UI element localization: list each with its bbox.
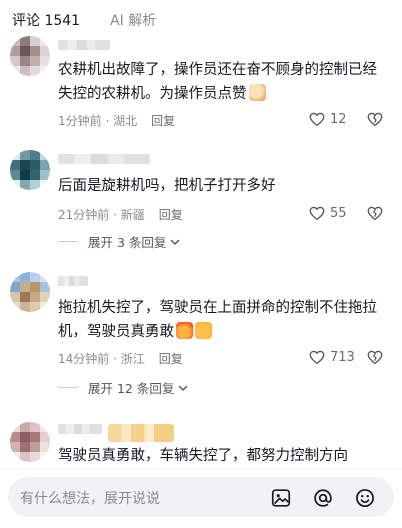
tab-ai-analysis[interactable]: AI 解析 (110, 10, 156, 30)
broken-heart-icon (367, 112, 383, 127)
comment-meta: 14分钟前 · 浙江 回复 (58, 350, 183, 367)
emoji-badges-blurred (108, 424, 174, 442)
like-count: 55 (330, 205, 347, 221)
comment-text: 驾驶员真勇敢，车辆失控了，都努力控制方向 (58, 448, 348, 464)
divider (58, 241, 78, 242)
like-button[interactable]: 12 (308, 110, 347, 128)
comment-meta: 1分钟前 · 湖北 回复 (58, 112, 175, 129)
chevron-down-icon (171, 239, 180, 245)
divider (58, 387, 78, 388)
avatar[interactable] (10, 36, 50, 76)
like-count: 12 (330, 111, 347, 127)
avatar[interactable] (10, 272, 50, 312)
comment-input-bar: 有什么想法，展开说说 (0, 468, 402, 528)
dislike-button[interactable] (366, 348, 384, 370)
tab-comments[interactable]: 评论 1541 (12, 10, 80, 30)
comment-text: 拖拉机失控了，驾驶员在上面拼命的控制不住拖拉机，驾驶员真勇敢 (58, 300, 377, 340)
like-button[interactable]: 713 (308, 348, 355, 366)
comment-header: 评论 1541 AI 解析 (0, 0, 402, 40)
comment-time-location: 21分钟前 · 新疆 (58, 208, 145, 222)
reply-button[interactable]: 回复 (151, 112, 175, 129)
thumbs-up-icon (248, 84, 266, 101)
comment-input[interactable]: 有什么想法，展开说说 (8, 477, 394, 517)
username-blurred[interactable] (58, 276, 88, 286)
comment-text: 农耕机出故障了，操作员还在奋不顾身的控制已经失控的农耕机。为操作员点赞 (58, 62, 377, 102)
fire-icon (176, 322, 193, 339)
username-blurred[interactable] (58, 424, 102, 434)
expand-replies-button[interactable]: 展开 12 条回复 (58, 378, 189, 397)
comment-input-placeholder: 有什么想法，展开说说 (20, 491, 160, 507)
expand-replies-button[interactable]: 展开 3 条回复 (58, 232, 181, 251)
at-icon[interactable] (312, 487, 334, 509)
heart-outline-icon (309, 112, 325, 127)
broken-heart-icon (367, 206, 383, 221)
comment-list[interactable]: 农耕机出故障了，操作员还在奋不顾身的控制已经失控的农耕机。为操作员点赞 1分钟前… (0, 36, 402, 468)
image-icon[interactable] (270, 487, 292, 509)
username-blurred[interactable] (58, 40, 110, 50)
dislike-button[interactable] (366, 204, 384, 226)
avatar[interactable] (10, 150, 50, 190)
expand-replies-label: 展开 12 条回复 (88, 381, 175, 396)
comment-time-location: 1分钟前 · 湖北 (58, 114, 138, 128)
comment-time-location: 14分钟前 · 浙江 (58, 352, 145, 366)
reply-button[interactable]: 回复 (159, 350, 183, 367)
comment-meta: 21分钟前 · 新疆 回复 (58, 206, 183, 223)
username-blurred[interactable] (58, 154, 150, 164)
flexed-biceps-icon (195, 322, 212, 339)
comment-text: 后面是旋耕机吗，把机子打开多好 (58, 178, 276, 194)
chevron-down-icon (179, 385, 188, 391)
heart-outline-icon (309, 206, 325, 221)
reply-button[interactable]: 回复 (159, 206, 183, 223)
like-button[interactable]: 55 (308, 204, 347, 222)
like-count: 713 (330, 349, 355, 365)
avatar[interactable] (10, 422, 50, 462)
dislike-button[interactable] (366, 110, 384, 132)
heart-outline-icon (309, 350, 325, 365)
expand-replies-label: 展开 3 条回复 (88, 235, 167, 250)
broken-heart-icon (367, 350, 383, 365)
smiley-icon[interactable] (354, 487, 376, 509)
